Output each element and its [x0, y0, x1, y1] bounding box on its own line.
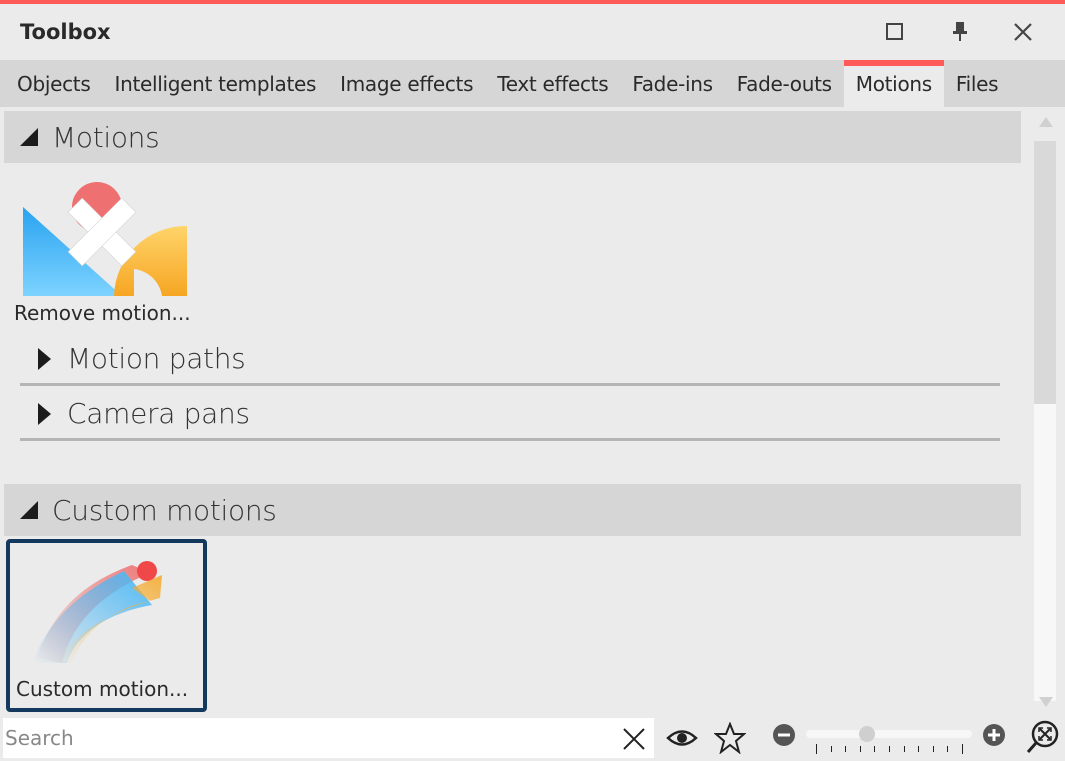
- search-input[interactable]: [5, 718, 605, 758]
- section-header-custom-motions[interactable]: Custom motions: [4, 484, 1021, 536]
- tab-label: Text effects: [497, 71, 609, 96]
- window-title: Toolbox: [20, 20, 111, 44]
- remove-motion-item[interactable]: Remove motion...: [12, 179, 202, 329]
- title-bar: Toolbox: [0, 4, 1065, 60]
- tab-objects[interactable]: Objects: [0, 60, 102, 107]
- square-icon: [886, 23, 903, 40]
- tab-label: Fade-outs: [736, 71, 832, 96]
- subgroup-motion-paths[interactable]: Motion paths: [20, 334, 1000, 386]
- expand-triangle-icon: [38, 402, 51, 425]
- slider-tick: [903, 746, 905, 752]
- slider-tick: [932, 746, 934, 752]
- maximize-button[interactable]: [881, 18, 909, 46]
- scroll-down-arrow-icon[interactable]: [1039, 697, 1053, 707]
- remove-motion-icon: [23, 182, 187, 296]
- slider-tick: [889, 746, 890, 752]
- star-icon[interactable]: [714, 722, 746, 754]
- tab-label: Motions: [855, 71, 932, 96]
- tab-bar: Objects Intelligent templates Image effe…: [0, 60, 1065, 107]
- scroll-up-arrow-icon[interactable]: [1039, 117, 1053, 127]
- section-label: Motions: [52, 120, 160, 154]
- pin-icon: [953, 22, 967, 41]
- slider-tick: [962, 744, 963, 754]
- slider-tick: [830, 746, 832, 752]
- scroll-thumb[interactable]: [1034, 141, 1056, 404]
- custom-motion-item[interactable]: Custom motion...: [6, 539, 207, 712]
- collapse-triangle-icon: [20, 501, 38, 519]
- custom-motion-icon: [32, 561, 162, 663]
- tab-image-effects[interactable]: Image effects: [328, 60, 485, 107]
- search-box: [3, 718, 654, 758]
- tab-label: Objects: [17, 71, 91, 96]
- zoom-out-icon[interactable]: [772, 723, 796, 747]
- subgroup-label: Motion paths: [67, 342, 246, 375]
- slider-track[interactable]: [806, 730, 972, 738]
- subgroup-camera-pans[interactable]: Camera pans: [20, 389, 1000, 441]
- slider-knob[interactable]: [858, 726, 875, 742]
- pin-button[interactable]: [946, 18, 974, 46]
- zoom-in-icon[interactable]: [982, 723, 1006, 747]
- content-panel: Motions Remove motion... Motion paths Ca…: [0, 107, 1030, 715]
- scroll-track[interactable]: [1034, 141, 1056, 701]
- eye-icon[interactable]: [666, 727, 698, 749]
- collapse-triangle-icon: [20, 128, 38, 146]
- slider-tick: [947, 746, 949, 752]
- clear-search-icon[interactable]: [621, 726, 647, 752]
- zoom-fit-icon[interactable]: [1026, 719, 1060, 755]
- bottom-toolbar: [0, 715, 1065, 761]
- slider-tick: [874, 746, 876, 752]
- slider-ticks: [816, 742, 966, 756]
- expand-triangle-icon: [38, 347, 51, 370]
- tab-label: Intelligent templates: [114, 71, 317, 96]
- tab-fade-ins[interactable]: Fade-ins: [620, 60, 724, 107]
- subgroup-label: Camera pans: [67, 397, 250, 430]
- slider-tick: [918, 746, 920, 752]
- vertical-scrollbar[interactable]: [1034, 107, 1057, 715]
- tab-fade-outs[interactable]: Fade-outs: [725, 60, 844, 107]
- tab-files[interactable]: Files: [944, 60, 1010, 107]
- zoom-slider[interactable]: [806, 726, 972, 760]
- item-caption: Remove motion...: [14, 301, 191, 325]
- section-header-motions[interactable]: Motions: [4, 111, 1021, 163]
- tab-intelligent-templates[interactable]: Intelligent templates: [102, 60, 328, 107]
- slider-tick: [845, 746, 847, 752]
- section-label: Custom motions: [52, 493, 277, 527]
- tab-label: Files: [955, 71, 999, 96]
- close-icon: [1014, 23, 1032, 41]
- slider-tick: [859, 746, 861, 752]
- slider-tick: [816, 744, 817, 754]
- item-caption: Custom motion...: [16, 677, 189, 701]
- close-button[interactable]: [1009, 18, 1037, 46]
- tab-label: Image effects: [340, 71, 474, 96]
- tab-text-effects[interactable]: Text effects: [485, 60, 620, 107]
- tab-label: Fade-ins: [632, 71, 713, 96]
- tab-motions[interactable]: Motions: [843, 60, 945, 107]
